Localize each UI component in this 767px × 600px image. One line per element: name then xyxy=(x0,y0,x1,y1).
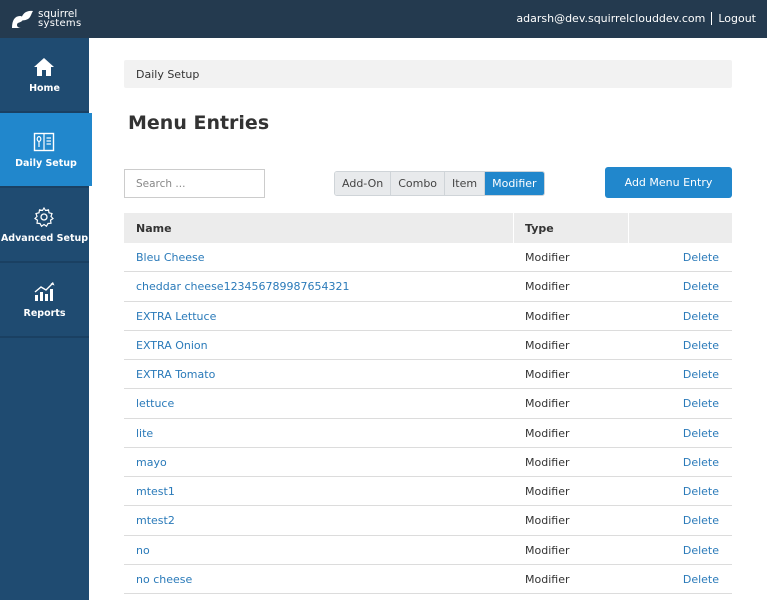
table-row: mayo Modifier Delete xyxy=(124,448,732,477)
home-icon xyxy=(34,58,54,76)
table-row: lite Modifier Delete xyxy=(124,419,732,448)
table-row: lettuce Modifier Delete xyxy=(124,389,732,419)
table-row: EXTRA Tomato Modifier Delete xyxy=(124,360,732,390)
sidebar-item-label: Reports xyxy=(23,308,66,319)
table-row: mtest2 Modifier Delete xyxy=(124,506,732,536)
top-bar: squirrel systems adarsh@dev.squirrelclou… xyxy=(0,0,767,38)
filter-modifier-button[interactable]: Modifier xyxy=(485,172,544,195)
delete-link[interactable]: Delete xyxy=(683,514,719,527)
menu-entries-table: Name Type Bleu Cheese Modifier Delete chedd… xyxy=(124,213,732,594)
menu-entry-type: Modifier xyxy=(525,338,570,352)
gear-icon xyxy=(34,206,54,228)
menu-entry-name-link[interactable]: no xyxy=(136,544,150,557)
delete-link[interactable]: Delete xyxy=(683,310,719,323)
page-title: Menu Entries xyxy=(128,112,270,134)
column-header-type[interactable]: Type xyxy=(525,222,554,235)
menu-entry-name-link[interactable]: Bleu Cheese xyxy=(136,251,205,264)
menu-entry-name-link[interactable]: mtest2 xyxy=(136,514,175,527)
logout-link[interactable]: Logout xyxy=(718,12,756,25)
breadcrumb: Daily Setup xyxy=(124,60,732,88)
menu-entry-type: Modifier xyxy=(525,280,570,294)
table-row: Bleu Cheese Modifier Delete xyxy=(124,243,732,273)
menu-entry-type: Modifier xyxy=(525,572,570,586)
sidebar-item-reports[interactable]: Reports xyxy=(0,263,89,336)
sidebar-divider xyxy=(0,336,89,338)
sidebar-item-home[interactable]: Home xyxy=(0,38,89,111)
brand-name: squirrel systems xyxy=(38,9,82,29)
table-row: mtest1 Modifier Delete xyxy=(124,477,732,507)
user-email: adarsh@dev.squirrelclouddev.com xyxy=(516,12,706,25)
menu-entry-type: Modifier xyxy=(525,543,570,557)
sidebar-item-daily-setup[interactable]: Daily Setup xyxy=(0,113,92,186)
menu-entry-type: Modifier xyxy=(525,455,570,469)
sidebar-item-label: Daily Setup xyxy=(15,158,77,169)
sidebar-item-label: Home xyxy=(29,83,60,94)
menu-entry-type: Modifier xyxy=(525,514,570,528)
delete-link[interactable]: Delete xyxy=(683,280,719,293)
brand-logo[interactable]: squirrel systems xyxy=(9,6,81,32)
menu-entry-name-link[interactable]: EXTRA Tomato xyxy=(136,368,215,381)
menu-entry-type: Modifier xyxy=(525,309,570,323)
menu-entry-name-link[interactable]: EXTRA Lettuce xyxy=(136,310,216,323)
sidebar-item-label: Advanced Setup xyxy=(0,233,89,244)
delete-link[interactable]: Delete xyxy=(683,397,719,410)
column-divider xyxy=(628,213,629,243)
delete-link[interactable]: Delete xyxy=(683,485,719,498)
delete-link[interactable]: Delete xyxy=(683,251,719,264)
type-filter-group: Add-On Combo Item Modifier xyxy=(334,171,545,196)
brand-line-2: systems xyxy=(38,18,82,29)
main-content: Daily Setup Menu Entries Add-On Combo It… xyxy=(89,38,767,600)
table-row: no cheese Modifier Delete xyxy=(124,565,732,594)
table-row: EXTRA Lettuce Modifier Delete xyxy=(124,302,732,331)
menu-entry-name-link[interactable]: mayo xyxy=(136,456,167,469)
squirrel-logo-icon xyxy=(12,10,33,28)
filter-add-on-button[interactable]: Add-On xyxy=(335,172,392,195)
delete-link[interactable]: Delete xyxy=(683,368,719,381)
menu-entry-name-link[interactable]: EXTRA Onion xyxy=(136,339,208,352)
menu-entry-name-link[interactable]: mtest1 xyxy=(136,485,175,498)
menu-entry-name-link[interactable]: no cheese xyxy=(136,573,192,586)
menu-entry-type: Modifier xyxy=(525,426,570,440)
table-row: EXTRA Onion Modifier Delete xyxy=(124,331,732,360)
add-menu-entry-button[interactable]: Add Menu Entry xyxy=(605,167,732,198)
table-row: cheddar cheese123456789987654321 Modifier… xyxy=(124,272,732,302)
menu-entry-name-link[interactable]: lite xyxy=(136,427,153,440)
menu-entry-type: Modifier xyxy=(525,368,570,381)
sidebar-item-advanced-setup[interactable]: Advanced Setup xyxy=(0,188,89,261)
delete-link[interactable]: Delete xyxy=(683,456,719,469)
menu-entry-type: Modifier xyxy=(525,251,570,264)
filter-item-button[interactable]: Item xyxy=(445,172,486,195)
menu-entry-type: Modifier xyxy=(525,397,570,411)
delete-link[interactable]: Delete xyxy=(683,544,719,557)
user-menu: adarsh@dev.squirrelclouddev.com Logout xyxy=(516,12,756,25)
menu-entry-name-link[interactable]: cheddar cheese123456789987654321 xyxy=(136,280,350,293)
column-header-name[interactable]: Name xyxy=(136,222,172,235)
sidebar: Home Daily Setup Advanced Setup Reports xyxy=(0,38,92,600)
table-header: Name Type xyxy=(124,213,732,243)
menu-entry-name-link[interactable]: lettuce xyxy=(136,397,174,410)
delete-link[interactable]: Delete xyxy=(683,427,719,440)
search-input[interactable] xyxy=(124,169,265,198)
menu-book-icon xyxy=(33,132,55,152)
filter-combo-button[interactable]: Combo xyxy=(391,172,446,195)
delete-link[interactable]: Delete xyxy=(683,573,719,586)
delete-link[interactable]: Delete xyxy=(683,339,719,352)
table-body: Bleu Cheese Modifier Delete cheddar cheese1… xyxy=(124,243,732,594)
menu-entry-type: Modifier xyxy=(525,485,570,498)
column-divider xyxy=(513,213,514,243)
table-row: no Modifier Delete xyxy=(124,536,732,565)
bar-chart-icon xyxy=(34,282,55,301)
divider xyxy=(711,12,713,25)
